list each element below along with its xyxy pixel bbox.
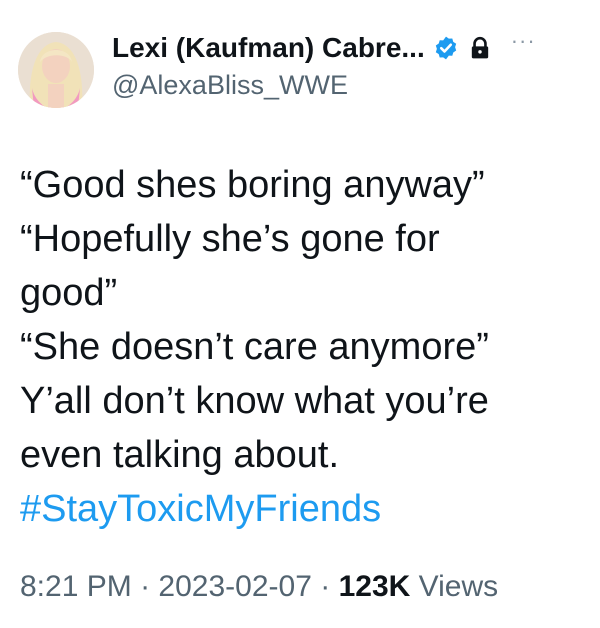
name-row: Lexi (Kaufman) Cabre... ··· — [112, 28, 592, 66]
tweet-text: “Good shes boring anyway” “Hopefully she… — [20, 158, 580, 536]
meta-separator: · — [140, 570, 151, 603]
display-name[interactable]: Lexi (Kaufman) Cabre... — [112, 32, 425, 64]
user-handle[interactable]: @AlexaBliss_WWE — [112, 70, 592, 101]
tweet-line: good” — [20, 272, 118, 314]
tweet-line: Y’all don’t know what you’re — [20, 380, 489, 422]
views-label: Views — [418, 570, 499, 603]
tweet-time[interactable]: 8:21 PM — [20, 570, 132, 603]
tweet-line: “Good shes boring anyway” — [20, 164, 485, 206]
tweet-line: “She doesn’t care anymore” — [20, 326, 489, 368]
verified-badge-icon — [435, 36, 456, 60]
avatar[interactable] — [18, 32, 94, 108]
views-count: 123K — [338, 570, 411, 603]
more-options-icon[interactable]: ··· — [511, 28, 536, 54]
tweet-date[interactable]: 2023-02-07 — [158, 570, 311, 603]
tweet-line: “Hopefully she’s gone for — [20, 218, 440, 260]
lock-icon — [471, 36, 488, 59]
hashtag-link[interactable]: #StayToxicMyFriends — [20, 482, 580, 536]
tweet-line: even talking about. — [20, 434, 340, 476]
tweet-meta: 8:21 PM · 2023-02-07 · 123K Views — [20, 570, 498, 604]
meta-separator: · — [320, 570, 331, 603]
tweet-header: Lexi (Kaufman) Cabre... ··· @AlexaBliss_… — [112, 28, 592, 101]
